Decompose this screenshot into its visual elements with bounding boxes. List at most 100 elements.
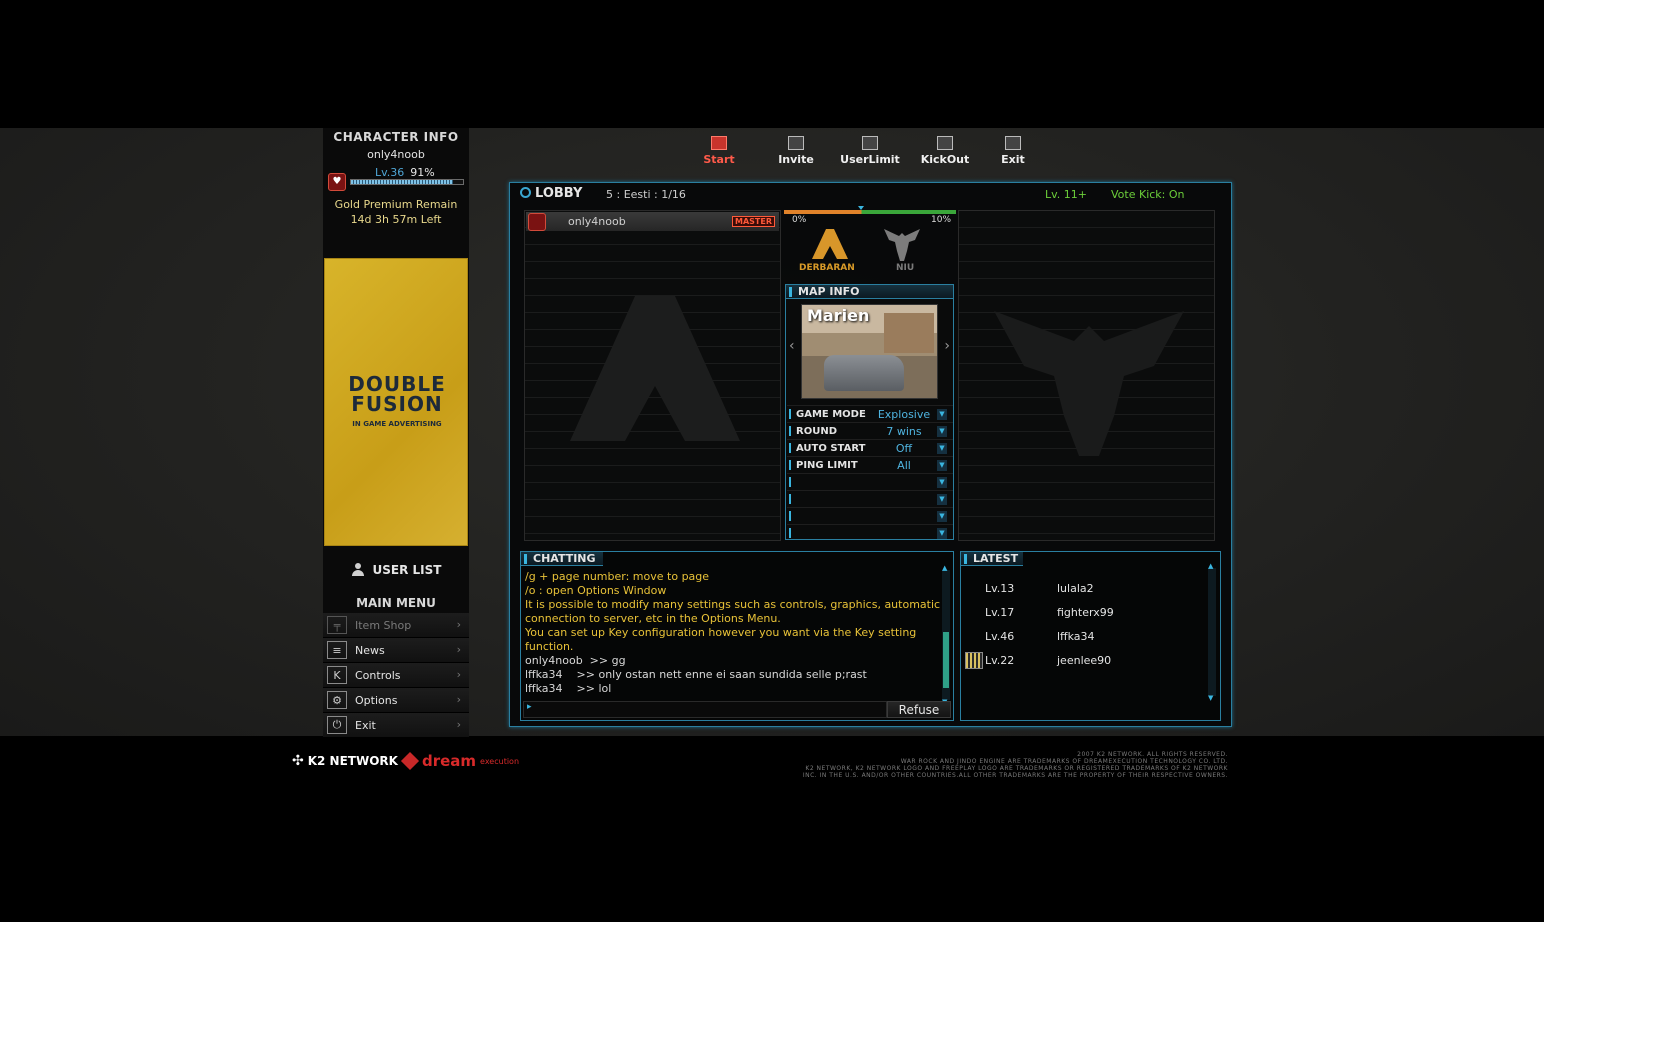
map-preview: Marien xyxy=(801,304,938,399)
chat-log: /g + page number: move to page/o : open … xyxy=(525,570,941,696)
map-option-empty-row: ▼ xyxy=(787,473,953,490)
map-option-row: GAME MODE Explosive ▼ xyxy=(787,405,953,422)
scroll-down-icon[interactable]: ▼ xyxy=(1208,694,1213,702)
chevron-right-icon: › xyxy=(456,643,461,656)
latest-scrollbar[interactable]: ▲ ▼ xyxy=(1208,562,1216,702)
dreamexecution-logo-sub: execution xyxy=(480,756,520,766)
kickout-label: KickOut xyxy=(920,153,970,166)
menu-item-label: Exit xyxy=(355,718,376,732)
derbaran-watermark-icon xyxy=(570,296,740,441)
gun-icon: ╤ xyxy=(327,616,347,634)
chat-message: lffka34 >> lol xyxy=(525,682,612,695)
copyright-line: WAR ROCK AND JINDO ENGINE ARE TRADEMARKS… xyxy=(900,758,1228,765)
ad-brand-line2: FUSION xyxy=(351,392,443,416)
chat-scrollbar[interactable]: ▲ ▼ xyxy=(942,564,950,706)
refuse-button[interactable]: Refuse xyxy=(887,701,951,718)
userlimit-label: UserLimit xyxy=(840,153,900,166)
dropdown-arrow-icon: ▼ xyxy=(937,527,947,539)
dropdown-arrow-icon[interactable]: ▼ xyxy=(937,459,947,471)
latest-player-row[interactable]: Lv.13 lulala2 xyxy=(965,576,1205,600)
map-option-row: PING LIMIT All ▼ xyxy=(787,456,953,473)
scroll-up-icon[interactable]: ▲ xyxy=(942,564,947,572)
team-niu-slots xyxy=(958,210,1215,541)
latest-player-row[interactable]: Lv.17 fighterx99 xyxy=(965,600,1205,624)
map-info-panel: MAP INFO Marien ‹ › GAME MODE Explosive ▼ R… xyxy=(785,284,954,540)
chat-input[interactable] xyxy=(523,701,887,718)
chat-message: You can set up Key configuration however… xyxy=(525,626,917,639)
chat-message: only4noob >> gg xyxy=(525,654,626,667)
main-menu: ╤ Item Shop › ≡ News › K Controls › ⚙ Options › ⏻ Exi… xyxy=(323,613,469,738)
ad-tagline: IN GAME ADVERTISING xyxy=(352,420,442,428)
main-menu-title: MAIN MENU xyxy=(356,596,436,610)
score-left: 0% xyxy=(792,215,807,225)
map-option-value[interactable]: All xyxy=(871,459,937,472)
map-option-row: ROUND 7 wins ▼ xyxy=(787,422,953,439)
dropdown-arrow-icon[interactable]: ▼ xyxy=(937,408,947,420)
left-column: CHARACTER INFO only4noob Lv.36 91% ♥ Gold… xyxy=(323,128,469,738)
menu-item-exit[interactable]: ⏻ Exit › xyxy=(323,713,469,738)
invite-button[interactable]: Invite xyxy=(766,136,826,166)
character-level-line: Lv.36 91% xyxy=(375,166,435,179)
vote-kick-status: Vote Kick: On xyxy=(1111,188,1185,201)
ad-banner[interactable]: DOUBLE FUSION IN GAME ADVERTISING xyxy=(324,258,468,546)
master-badge: MASTER xyxy=(732,216,775,227)
exit-room-label: Exit xyxy=(1001,153,1025,166)
envelope-icon xyxy=(788,136,804,150)
dreamexecution-logo: dream xyxy=(421,752,477,770)
kickout-button[interactable]: KickOut xyxy=(915,136,975,166)
chat-message: lffka34 >> only ostan nett enne ei saan … xyxy=(525,668,867,681)
map-option-label: ROUND xyxy=(796,425,837,437)
map-wall xyxy=(884,313,934,353)
dropdown-arrow-icon: ▼ xyxy=(937,510,947,522)
clan-emblem-icon xyxy=(965,651,983,669)
latest-player-row[interactable]: Lv.46 lffka34 xyxy=(965,624,1205,648)
dropdown-arrow-icon[interactable]: ▼ xyxy=(937,442,947,454)
team-score-bar xyxy=(784,206,956,214)
exit-room-button[interactable]: Exit xyxy=(983,136,1043,166)
latest-panel: LATEST Lv.13 lulala2 Lv.17 fighterx99 Lv.46 l… xyxy=(960,551,1221,721)
lobby-title: LOBBY xyxy=(520,186,582,201)
chevron-right-icon: › xyxy=(456,718,461,731)
room-info: 5 : Eesti : 1/16 xyxy=(606,188,686,201)
lobby-ring-icon xyxy=(520,187,531,198)
menu-item-item-shop[interactable]: ╤ Item Shop › xyxy=(323,613,469,638)
publisher-logos: ✣ K2 NETWORK dream execution xyxy=(292,751,520,771)
door-icon xyxy=(1005,136,1021,150)
chat-message: It is possible to modify many settings s… xyxy=(525,598,941,611)
map-option-empty-row: ▼ xyxy=(787,490,953,507)
scroll-up-icon[interactable]: ▲ xyxy=(1208,562,1213,570)
dream-cube-icon xyxy=(400,751,420,771)
start-icon xyxy=(711,136,727,150)
player-slot-1[interactable]: only4noob MASTER xyxy=(526,212,779,231)
start-button[interactable]: Start xyxy=(689,136,749,166)
map-next-arrow-icon[interactable]: › xyxy=(944,338,950,354)
map-name: Marien xyxy=(807,306,870,325)
premium-status: Gold Premium Remain 14d 3h 57m Left xyxy=(323,197,469,227)
level-requirement: Lv. 11+ xyxy=(1045,188,1087,201)
user-list-button[interactable]: USER LIST xyxy=(323,552,469,588)
power-icon: ⏻ xyxy=(327,716,347,734)
chat-scroll-thumb[interactable] xyxy=(943,632,949,688)
character-exp-percent: 91% xyxy=(410,166,435,179)
userlimit-button[interactable]: UserLimit xyxy=(840,136,900,166)
map-option-value[interactable]: Explosive xyxy=(871,408,937,421)
copyright-line: INC. IN THE U.S. AND/OR OTHER COUNTRIES.… xyxy=(802,772,1228,779)
latest-player-name: jeenlee90 xyxy=(1057,653,1112,667)
latest-player-level: Lv.17 xyxy=(985,605,1015,619)
premium-label: Gold Premium Remain xyxy=(334,198,458,211)
start-label: Start xyxy=(703,153,735,166)
score-right: 10% xyxy=(931,215,952,225)
latest-player-level: Lv.13 xyxy=(985,581,1015,595)
map-option-value[interactable]: 7 wins xyxy=(871,425,937,438)
dropdown-arrow-icon[interactable]: ▼ xyxy=(937,425,947,437)
latest-player-row[interactable]: Lv.22 jeenlee90 xyxy=(965,648,1205,672)
copyright-line: 2007 K2 NETWORK. ALL RIGHTS RESERVED. xyxy=(1077,751,1228,758)
menu-item-news[interactable]: ≡ News › xyxy=(323,638,469,663)
map-car xyxy=(824,355,904,391)
niu-logo-icon xyxy=(884,229,920,261)
menu-item-options[interactable]: ⚙ Options › xyxy=(323,688,469,713)
pin-icon xyxy=(862,136,878,150)
map-prev-arrow-icon[interactable]: ‹ xyxy=(789,338,795,354)
map-option-value[interactable]: Off xyxy=(871,442,937,455)
menu-item-controls[interactable]: K Controls › xyxy=(323,663,469,688)
